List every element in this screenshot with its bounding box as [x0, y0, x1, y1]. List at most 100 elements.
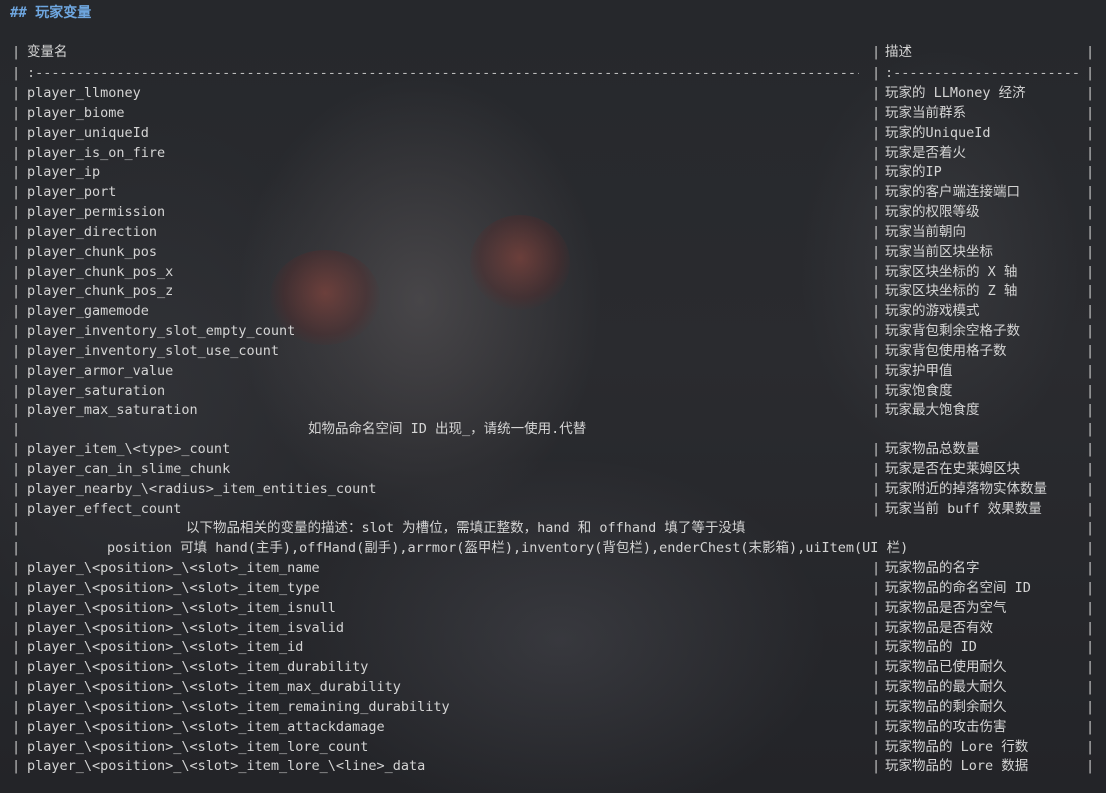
- description-cell: 玩家当前群系: [885, 104, 966, 121]
- pipe-left: |: [12, 382, 21, 399]
- variable-name-cell: player_inventory_slot_empty_count: [27, 323, 296, 340]
- table-row: | player_biome | 玩家当前群系 |: [12, 103, 1096, 123]
- pipe-left: |: [12, 402, 21, 419]
- pipe-right: |: [1086, 560, 1095, 576]
- pipe-right: |: [1086, 579, 1095, 596]
- pipe-right: |: [1086, 362, 1095, 379]
- description-cell: 玩家物品的剩余耐久: [885, 698, 1007, 715]
- description-cell: 玩家区块坐标的 Z 轴: [885, 283, 1018, 300]
- pipe-middle: |: [872, 599, 881, 616]
- pipe-right: |: [1086, 303, 1095, 320]
- description-cell: 玩家是否着火: [885, 144, 966, 161]
- pipe-left: |: [12, 65, 21, 81]
- pipe-right: |: [1086, 243, 1095, 260]
- table-header-row: | 变量名 | 描述 |: [12, 42, 1096, 62]
- pipe-left: |: [12, 263, 21, 280]
- table-row: | player_max_saturation | 玩家最大饱食度 |: [12, 400, 1096, 420]
- description-cell: 玩家物品是否为空气: [885, 599, 1007, 616]
- variable-name-cell: player_is_on_fire: [27, 144, 166, 161]
- table-row: | player_chunk_pos_x | 玩家区块坐标的 X 轴 |: [12, 262, 1096, 282]
- variable-name-cell: player_inventory_slot_use_count: [27, 342, 279, 359]
- table-row: | player_port | 玩家的客户端连接端口 |: [12, 182, 1096, 202]
- variable-name-cell: player_max_saturation: [27, 402, 198, 419]
- pipe-left: |: [12, 164, 21, 181]
- description-cell: 玩家护甲值: [885, 362, 953, 379]
- variable-name-cell: player_saturation: [27, 382, 166, 399]
- table-row: | player_\<position>_\<slot>_item_id | 玩家物品…: [12, 637, 1096, 657]
- pipe-middle: |: [872, 402, 881, 419]
- variable-name-cell: player_port: [27, 184, 117, 201]
- pipe-middle: |: [872, 283, 881, 300]
- pipe-left: |: [12, 500, 21, 517]
- pipe-right: |: [1086, 659, 1095, 676]
- pipe-middle: |: [872, 619, 881, 636]
- pipe-left: |: [12, 758, 21, 775]
- variable-name-cell: player_\<position>_\<slot>_item_name: [27, 560, 320, 576]
- table-row: | player_\<position>_\<slot>_item_name | 玩家…: [12, 558, 1096, 578]
- table-row: | player_\<position>_\<slot>_item_lore_\<…: [12, 756, 1096, 776]
- pipe-right: |: [1086, 698, 1095, 715]
- pipe-right: |: [1086, 323, 1095, 340]
- pipe-left: |: [12, 460, 21, 477]
- table-row: | player_llmoney | 玩家的 LLMoney 经济 |: [12, 83, 1096, 103]
- pipe-middle: |: [872, 362, 881, 379]
- table-note-row: | 如物品命名空间 ID 出现_，请统一使用.代替 |: [12, 419, 1096, 439]
- section-heading: ## 玩家变量: [10, 5, 92, 21]
- pipe-right: |: [1086, 263, 1095, 280]
- table-row: | player_\<position>_\<slot>_item_max_dur…: [12, 677, 1096, 697]
- pipe-left: |: [12, 124, 21, 141]
- pipe-middle: |: [872, 104, 881, 121]
- pipe-right: |: [1086, 44, 1095, 60]
- pipe-middle: |: [872, 460, 881, 477]
- description-cell: 玩家当前区块坐标: [885, 243, 993, 260]
- variable-name-cell: player_biome: [27, 104, 125, 121]
- header-variable-name: 变量名: [27, 44, 68, 60]
- variable-name-cell: player_effect_count: [27, 500, 182, 517]
- table-row: | player_gamemode | 玩家的游戏模式 |: [12, 301, 1096, 321]
- description-cell: 玩家背包使用格子数: [885, 342, 1007, 359]
- table-row: | player_nearby_\<radius>_item_entities_c…: [12, 479, 1096, 499]
- pipe-right: |: [1086, 639, 1095, 656]
- pipe-left: |: [12, 144, 21, 161]
- description-cell: 玩家物品的命名空间 ID: [885, 579, 1031, 596]
- separator-col1: :---------------------------------------…: [27, 65, 859, 81]
- description-cell: 玩家物品的名字: [885, 560, 980, 576]
- pipe-left: |: [12, 85, 21, 101]
- description-cell: 玩家物品的最大耐久: [885, 679, 1007, 696]
- table-row: | player_\<position>_\<slot>_item_isvalid…: [12, 618, 1096, 638]
- pipe-middle: |: [872, 204, 881, 221]
- variable-name-cell: player_chunk_pos_z: [27, 283, 174, 300]
- table-row: | player_inventory_slot_use_count | 玩家背包使用格…: [12, 341, 1096, 361]
- pipe-left: |: [12, 243, 21, 260]
- variable-name-cell: player_direction: [27, 223, 158, 240]
- table-row: | player_\<position>_\<slot>_item_type | 玩家…: [12, 578, 1096, 598]
- variable-name-cell: player_\<position>_\<slot>_item_isnull: [27, 599, 336, 616]
- pipe-right: |: [1086, 738, 1095, 755]
- pipe-middle: |: [872, 144, 881, 161]
- pipe-middle: |: [872, 85, 881, 101]
- pipe-left: |: [12, 223, 21, 240]
- markdown-editor[interactable]: ## 玩家变量 | 变量名 | 描述 | | :----------------…: [0, 0, 1106, 793]
- pipe-left: |: [12, 520, 21, 536]
- variable-name-cell: player_uniqueId: [27, 124, 149, 141]
- description-cell: 玩家最大饱食度: [885, 402, 980, 419]
- pipe-middle: |: [872, 382, 881, 399]
- pipe-right: |: [1086, 421, 1095, 437]
- variable-name-cell: player_gamemode: [27, 303, 149, 320]
- pipe-middle: |: [872, 758, 881, 775]
- variable-name-cell: player_llmoney: [27, 85, 141, 101]
- pipe-right: |: [1086, 204, 1095, 221]
- description-cell: 玩家饱食度: [885, 382, 953, 399]
- pipe-right: |: [1086, 460, 1095, 477]
- pipe-middle: |: [872, 323, 881, 340]
- pipe-right: |: [1086, 619, 1095, 636]
- table-row: | player_chunk_pos_z | 玩家区块坐标的 Z 轴 |: [12, 281, 1096, 301]
- pipe-middle: |: [872, 65, 881, 81]
- variable-name-cell: player_\<position>_\<slot>_item_remainin…: [27, 698, 450, 715]
- table-row: | player_armor_value | 玩家护甲值 |: [12, 361, 1096, 381]
- description-cell: 玩家背包剩余空格子数: [885, 323, 1020, 340]
- variable-name-cell: player_\<position>_\<slot>_item_attackda…: [27, 718, 385, 735]
- pipe-left: |: [12, 421, 21, 437]
- pipe-right: |: [1086, 441, 1095, 457]
- pipe-left: |: [12, 540, 21, 556]
